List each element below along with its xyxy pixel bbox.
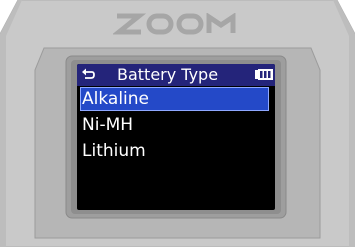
screen-title: Battery Type [117,65,219,84]
menu-item-lithium[interactable]: Lithium [77,138,275,164]
lcd-screen: Battery Type Alkaline Ni-MH Lithium [77,64,275,210]
menu-item-label: Ni-MH [82,115,134,135]
menu-item-ni-mh[interactable]: Ni-MH [77,112,275,138]
menu-item-label: Alkaline [82,89,149,109]
back-arrow-icon[interactable] [81,67,95,81]
title-bar: Battery Type [77,64,275,86]
zoom-logo [113,13,236,35]
menu-item-label: Lithium [82,141,146,161]
battery-full-icon [255,69,273,80]
menu-item-alkaline[interactable]: Alkaline [80,87,269,111]
battery-type-menu: Alkaline Ni-MH Lithium [77,86,275,164]
recorder-device: Battery Type Alkaline Ni-MH Lithium [0,0,355,247]
